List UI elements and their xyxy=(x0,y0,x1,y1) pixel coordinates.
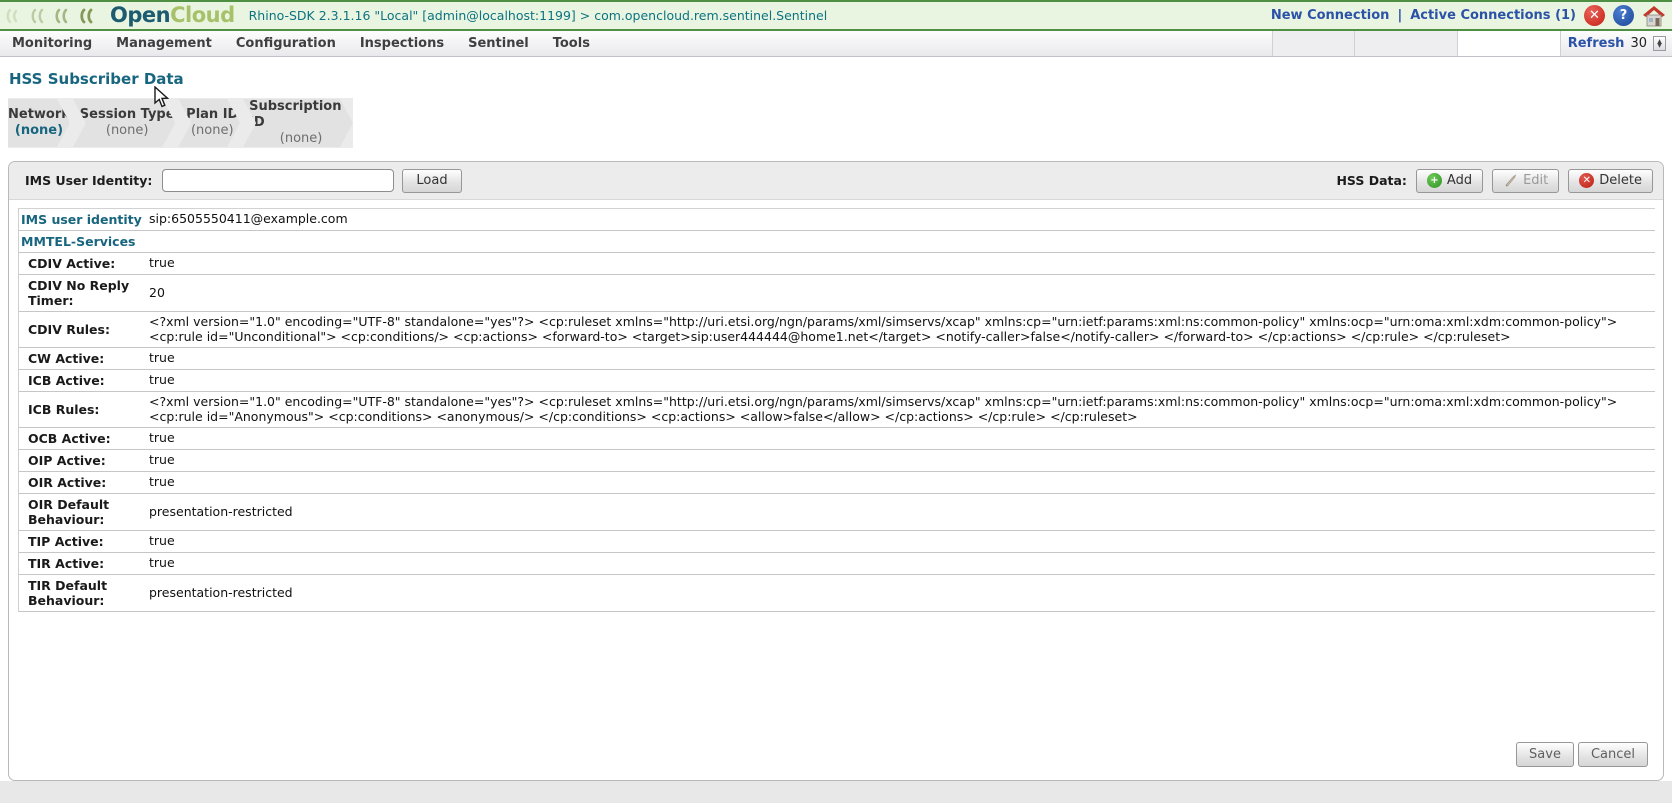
edit-pencil-icon xyxy=(1505,174,1517,187)
table-row: OIR Default Behaviour: presentation-rest… xyxy=(19,494,1655,531)
add-button[interactable]: + Add xyxy=(1415,168,1484,193)
scope-wizard-strip: Network (none) Session Type (none) Plan … xyxy=(8,98,353,148)
connection-title: Rhino-SDK 2.3.1.16 "Local" [admin@localh… xyxy=(248,8,828,23)
menu-item-monitoring[interactable]: Monitoring xyxy=(0,36,104,51)
home-icon[interactable] xyxy=(1642,5,1666,27)
menu-item-management[interactable]: Management xyxy=(104,36,224,51)
panel-toolbar: IMS User Identity: Load HSS Data: + Add … xyxy=(9,162,1663,200)
wizard-step-network[interactable]: Network (none) xyxy=(8,99,70,147)
hss-subscriber-panel: IMS User Identity: Load HSS Data: + Add … xyxy=(8,161,1664,781)
table-row: OIR Active: true xyxy=(19,472,1655,494)
subscriber-data-table: IMS user identity sip:6505550411@example… xyxy=(18,208,1655,612)
swoosh-icon xyxy=(55,8,68,23)
menu-empty-cell xyxy=(1457,31,1560,56)
add-plus-icon: + xyxy=(1426,173,1442,188)
row-label: ICB Active: xyxy=(28,373,105,388)
row-value: true xyxy=(149,474,175,490)
page-bottom-strip xyxy=(0,781,1672,803)
row-value: presentation-restricted xyxy=(149,503,293,519)
ims-user-identity-label: IMS User Identity: xyxy=(25,173,153,188)
hss-data-label: HSS Data: xyxy=(1336,173,1407,188)
app-window: OpenCloud Rhino-SDK 2.3.1.16 "Local" [ad… xyxy=(0,0,1672,803)
page-title: HSS Subscriber Data xyxy=(9,70,184,88)
table-row: CW Active: true xyxy=(19,348,1655,370)
row-value: true xyxy=(149,533,175,549)
delete-button[interactable]: ✕ Delete xyxy=(1568,168,1653,193)
wizard-step-plan-id[interactable]: Plan ID (none) xyxy=(178,99,240,147)
row-label: OCB Active: xyxy=(28,431,111,446)
logo-swoosh-icons xyxy=(6,8,96,24)
row-value: sip:6505550411@example.com xyxy=(149,211,348,227)
link-separator: | xyxy=(1397,8,1403,23)
edit-button[interactable]: Edit xyxy=(1492,168,1560,193)
row-label: OIR Active: xyxy=(28,475,107,490)
table-row: ICB Rules: <?xml version="1.0" encoding=… xyxy=(19,392,1655,428)
table-row: CDIV Rules: <?xml version="1.0" encoding… xyxy=(19,312,1655,348)
row-value: <?xml version="1.0" encoding="UTF-8" sta… xyxy=(149,394,1618,424)
menu-item-inspections[interactable]: Inspections xyxy=(348,36,456,51)
table-row: ICB Active: true xyxy=(19,370,1655,392)
main-menu-bar: Monitoring Management Configuration Insp… xyxy=(0,31,1672,57)
menu-empty-cell xyxy=(1354,31,1457,56)
active-connections-link[interactable]: Active Connections (1) xyxy=(1410,8,1576,23)
menu-item-configuration[interactable]: Configuration xyxy=(224,36,348,51)
table-section-row: MMTEL-Services xyxy=(19,231,1655,253)
table-row: TIP Active: true xyxy=(19,531,1655,553)
row-value: true xyxy=(149,350,175,366)
table-row: OCB Active: true xyxy=(19,428,1655,450)
table-row: CDIV No Reply Timer: 20 xyxy=(19,275,1655,312)
row-label: OIP Active: xyxy=(28,453,106,468)
row-label: CDIV No Reply Timer: xyxy=(28,278,130,308)
row-value: true xyxy=(149,255,175,271)
menu-item-sentinel[interactable]: Sentinel xyxy=(456,36,541,51)
wizard-step-subscription-id[interactable]: Subscription ID (none) xyxy=(243,99,353,147)
table-row: IMS user identity sip:6505550411@example… xyxy=(19,208,1655,231)
row-value: true xyxy=(149,452,175,468)
row-value: presentation-restricted xyxy=(149,584,293,600)
panel-footer: Save Cancel xyxy=(9,742,1663,780)
refresh-interval-stepper[interactable]: ▲ ▼ xyxy=(1653,36,1666,51)
refresh-interval-value: 30 xyxy=(1630,36,1647,51)
row-value: 20 xyxy=(149,284,165,300)
menu-empty-cell xyxy=(1272,31,1354,56)
row-label: CDIV Rules: xyxy=(28,322,110,337)
cancel-button[interactable]: Cancel xyxy=(1577,742,1648,767)
swoosh-icon xyxy=(31,8,44,23)
row-label: IMS user identity xyxy=(21,212,142,227)
swoosh-icon xyxy=(6,8,18,23)
row-label: CDIV Active: xyxy=(28,256,116,271)
row-value: true xyxy=(149,430,175,446)
new-connection-link[interactable]: New Connection xyxy=(1271,8,1390,23)
row-label: TIR Active: xyxy=(28,556,105,571)
table-row: TIR Default Behaviour: presentation-rest… xyxy=(19,575,1655,612)
row-value: true xyxy=(149,372,175,388)
row-label: OIR Default Behaviour: xyxy=(28,497,110,527)
delete-x-icon: ✕ xyxy=(1579,173,1595,188)
row-label: TIP Active: xyxy=(28,534,104,549)
row-value: true xyxy=(149,555,175,571)
close-connection-icon[interactable]: ✕ xyxy=(1584,5,1605,26)
ims-user-identity-input[interactable] xyxy=(162,169,395,192)
swoosh-icon xyxy=(80,8,93,23)
wizard-step-session-type[interactable]: Session Type (none) xyxy=(73,99,176,147)
opencloud-logo: OpenCloud xyxy=(110,3,235,27)
section-label: MMTEL-Services xyxy=(21,234,136,249)
row-label: CW Active: xyxy=(28,351,105,366)
table-row: OIP Active: true xyxy=(19,450,1655,472)
refresh-zone: Refresh 30 ▲ ▼ xyxy=(1560,31,1672,56)
table-row: TIR Active: true xyxy=(19,553,1655,575)
save-button[interactable]: Save xyxy=(1516,742,1574,767)
help-icon[interactable]: ? xyxy=(1613,5,1634,26)
header-bar: OpenCloud Rhino-SDK 2.3.1.16 "Local" [ad… xyxy=(0,0,1672,31)
menu-item-tools[interactable]: Tools xyxy=(541,36,602,51)
load-button[interactable]: Load xyxy=(402,168,462,193)
row-label: TIR Default Behaviour: xyxy=(28,578,108,608)
row-label: ICB Rules: xyxy=(28,402,100,417)
refresh-link[interactable]: Refresh xyxy=(1568,36,1625,51)
table-row: CDIV Active: true xyxy=(19,253,1655,275)
row-value: <?xml version="1.0" encoding="UTF-8" sta… xyxy=(149,314,1618,344)
